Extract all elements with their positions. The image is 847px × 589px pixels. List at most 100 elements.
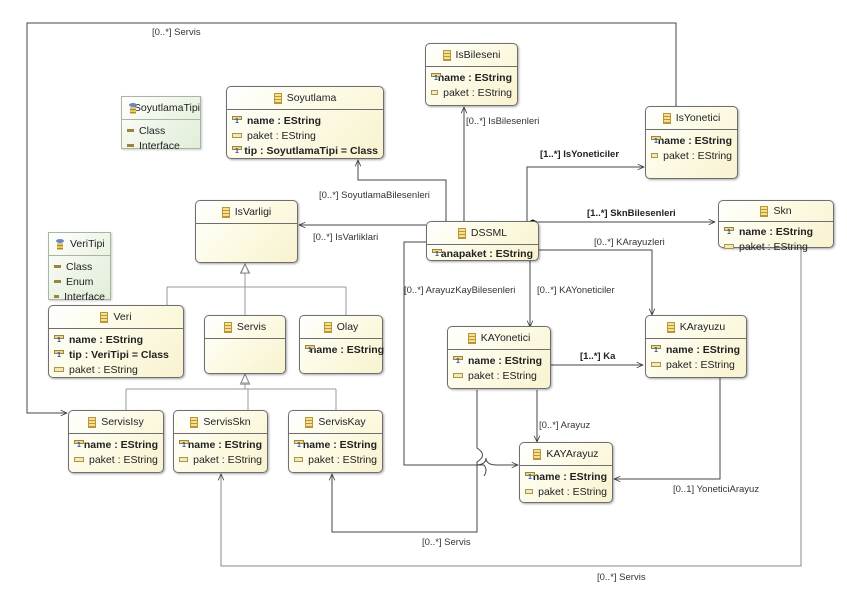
label-kayoneticiler: [0..*] KAYoneticiler: [537, 285, 615, 296]
ref-karayuzleri: [538, 250, 652, 315]
attribute-icon: [232, 133, 242, 138]
attribute: name : EString: [247, 114, 322, 127]
attribute-icon: [453, 373, 463, 378]
literal-icon: [54, 280, 61, 283]
class-kayonetici[interactable]: KAYonetici name : EString paket : EStrin…: [447, 326, 551, 389]
attribute: name : EString: [302, 438, 377, 451]
label-servis-kay: [0..*] Servis: [422, 537, 471, 548]
class-icon: [100, 311, 109, 323]
class-name: ServisKay: [318, 416, 366, 428]
label-isvarliklari: [0..*] IsVarliklari: [313, 232, 379, 243]
class-isbileseni[interactable]: IsBileseni name : EString paket : EStrin…: [425, 43, 518, 106]
attribute: paket : EString: [538, 485, 607, 498]
label-servis-top: [0..*] Servis: [152, 27, 201, 38]
enum-literal: Class: [66, 260, 93, 273]
attribute: name : EString: [187, 438, 262, 451]
class-name: KAYonetici: [480, 332, 531, 344]
class-name: Veri: [113, 311, 132, 323]
class-name: Soyutlama: [286, 92, 337, 104]
attribute: paket : EString: [666, 358, 735, 371]
attribute: name : EString: [437, 71, 512, 84]
attribute: paket : EString: [89, 453, 158, 466]
key-attribute-icon: [54, 349, 64, 360]
class-isvarligi[interactable]: IsVarligi: [195, 200, 298, 263]
class-name: DSSML: [470, 227, 508, 239]
class-icon: [442, 49, 451, 61]
attribute: name : EString: [739, 225, 814, 238]
key-attribute-icon: [431, 72, 441, 83]
label-sknbilesenleri: [1..*] SknBilesenleri: [587, 208, 676, 219]
key-attribute-icon: [54, 334, 64, 345]
class-icon: [457, 227, 466, 239]
key-attribute-icon: [651, 135, 661, 146]
class-name: Olay: [336, 321, 359, 333]
class-soyutlama[interactable]: Soyutlama name : EString paket : EString…: [226, 86, 384, 159]
class-icon: [223, 321, 232, 333]
class-servisskn[interactable]: ServisSkn name : EString paket : EString: [173, 410, 268, 473]
class-icon: [190, 416, 199, 428]
literal-icon: [127, 144, 134, 147]
class-servis[interactable]: Servis: [204, 315, 286, 374]
class-dssml[interactable]: DSSML anapaket : EString: [426, 221, 539, 261]
attribute: name : EString: [83, 438, 158, 451]
label-servis-skn: [0..*] Servis: [597, 572, 646, 583]
label-arayuzkaybilesenleri: [0..*] ArayuzKayBilesenleri: [404, 285, 516, 296]
attribute-icon: [54, 367, 64, 372]
enum-soyutlamatipi[interactable]: SoyutlamaTipi Class Interface: [121, 96, 201, 152]
class-icon: [467, 332, 476, 344]
enum-name: VeriTipi: [70, 238, 105, 250]
attribute: paket : EString: [247, 129, 316, 142]
attribute: paket : EString: [663, 149, 732, 162]
key-attribute-icon: [294, 439, 304, 450]
attribute: name : EString: [666, 343, 741, 356]
key-attribute-icon: [232, 115, 242, 126]
class-karayuzu[interactable]: KArayuzu name : EString paket : EString: [645, 315, 747, 378]
attribute-icon: [179, 457, 189, 462]
key-attribute-icon: [74, 439, 84, 450]
key-attribute-icon: [724, 226, 734, 237]
enum-veritipi[interactable]: VeriTipi Class Enum Interface: [48, 232, 111, 303]
enum-icon: [55, 238, 65, 250]
class-olay[interactable]: Olay name : EString: [299, 315, 384, 374]
label-soyutlamabilesenleri: [0..*] SoyutlamaBilesenleri: [319, 190, 430, 201]
class-icon: [533, 448, 542, 460]
inherit-isvarligi: [166, 264, 347, 315]
enum-literal: Class: [139, 124, 166, 137]
class-icon: [273, 92, 282, 104]
attribute: paket : EString: [193, 453, 262, 466]
class-skn[interactable]: Skn name : EString paket : EString: [718, 200, 834, 253]
literal-icon: [54, 265, 61, 268]
class-servisisy[interactable]: ServisIsy name : EString paket : EString: [68, 410, 164, 473]
key-attribute-icon: [453, 355, 463, 366]
enum-literal: Interface: [139, 139, 180, 152]
inherit-triangle-servis: [240, 372, 250, 384]
key-attribute-icon: [179, 439, 189, 450]
class-name: IsVarligi: [234, 206, 272, 218]
key-attribute-icon: [651, 344, 661, 355]
key-attribute-icon: [525, 471, 535, 482]
attribute: tip : VeriTipi = Class: [69, 348, 169, 361]
attribute-icon: [724, 244, 734, 249]
label-ka: [1..*] Ka: [580, 351, 616, 362]
class-icon: [323, 321, 332, 333]
attribute: name : EString: [657, 134, 732, 147]
label-yoneticiarayuz: [0..1] YoneticiArayuz: [673, 484, 760, 495]
class-icon: [221, 206, 230, 218]
attribute: name : EString: [468, 354, 543, 367]
attribute: paket : EString: [739, 240, 808, 253]
literal-icon: [127, 129, 134, 132]
class-name: Skn: [773, 205, 792, 217]
class-icon: [666, 321, 675, 333]
key-attribute-icon: [432, 248, 442, 259]
ref-arayuzkaybilesenleri-end: [404, 457, 518, 465]
literal-icon: [54, 295, 60, 298]
class-serviskay[interactable]: ServisKay name : EString paket : EString: [288, 410, 383, 473]
class-isyonetici[interactable]: IsYonetici name : EString paket : EStrin…: [645, 106, 738, 179]
label-karayuzleri: [0..*] KArayuzleri: [594, 237, 665, 248]
class-veri[interactable]: Veri name : EString tip : VeriTipi = Cla…: [48, 305, 184, 378]
label-isyoneticiler: [1..*] IsYoneticiler: [540, 149, 620, 160]
class-icon: [305, 416, 314, 428]
enum-literal: Interface: [64, 290, 105, 303]
attribute-icon: [74, 457, 84, 462]
class-kayarayuz[interactable]: KAYArayuz name : EString paket : EString: [519, 442, 613, 503]
